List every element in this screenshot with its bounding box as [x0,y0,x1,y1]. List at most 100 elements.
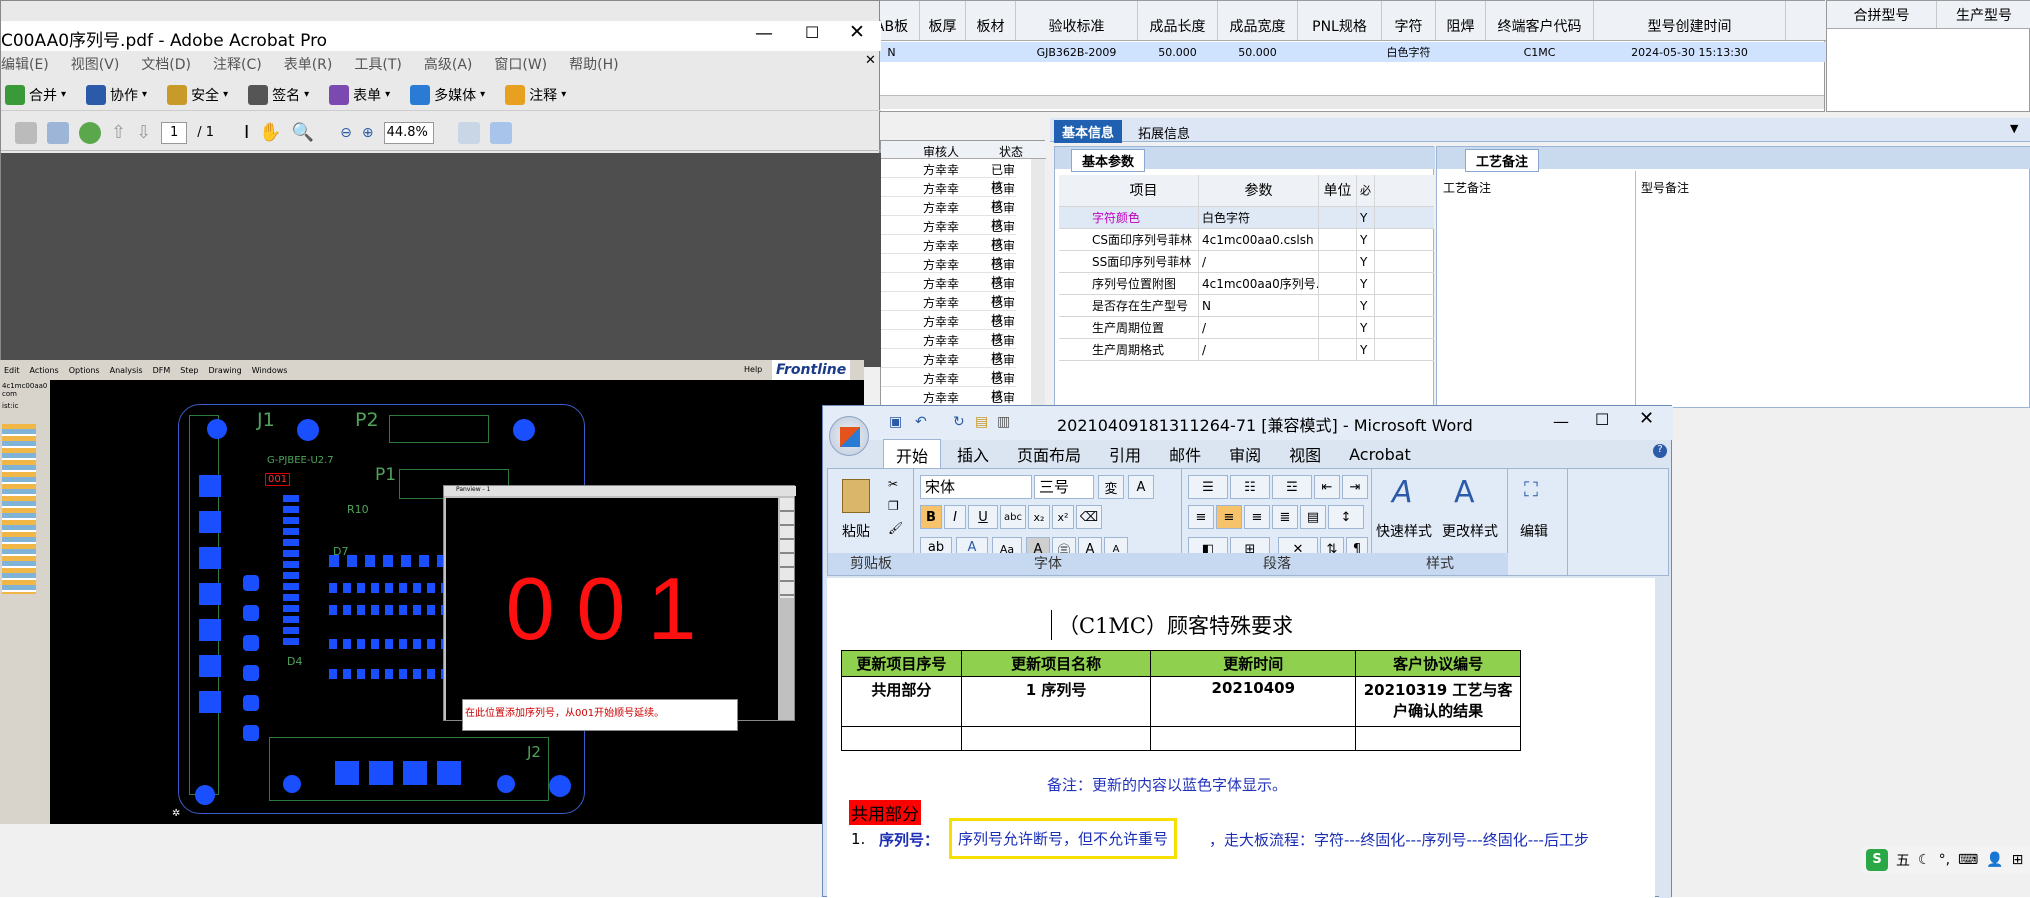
ribbon-tab[interactable]: 引用 [1097,439,1153,469]
acrobat-tool-button[interactable]: 多媒体 ▾ [410,84,485,105]
align-left-icon[interactable]: ≡ [1188,505,1214,529]
review-row[interactable]: 方幸幸已审核 [881,235,1016,270]
multilevel-icon[interactable]: ☲ [1272,475,1312,499]
param-row[interactable]: CS面印序列号菲林 4c1mc00aa0.cslsh Y [1059,229,1434,251]
next-page-icon[interactable]: ⇩ [136,122,151,143]
review-row[interactable]: 方幸幸已审核 [881,273,1016,308]
justify-icon[interactable]: ≣ [1272,505,1298,529]
erp-col-header[interactable]: 验收标准 [1016,1,1138,40]
doc-close-icon[interactable]: ✕ [865,53,876,68]
bold-button[interactable]: B [920,505,942,529]
keyboard-icon[interactable]: ⌨ [1958,852,1978,868]
user-icon[interactable]: 👤 [1986,852,2003,868]
tab-ext-info[interactable]: 拓展信息 [1130,121,1198,144]
ribbon-tab[interactable]: 视图 [1277,439,1333,469]
acrobat-menu-item[interactable]: 视图(V) [71,54,120,74]
layer-list[interactable] [2,424,36,594]
acrobat-menu-item[interactable]: 文档(D) [141,54,191,74]
globe-icon[interactable] [79,121,101,144]
increase-indent-icon[interactable]: ⇥ [1342,475,1368,499]
line-spacing-icon[interactable]: ↕ [1328,505,1364,529]
align-right-icon[interactable]: ≡ [1244,505,1270,529]
acrobat-menu-item[interactable]: 帮助(H) [569,54,618,74]
param-row[interactable]: 序列号位置附图 4c1mc00aa0序列号... Y [1059,273,1434,295]
decrease-indent-icon[interactable]: ⇤ [1314,475,1340,499]
undo-icon[interactable]: ↶ [915,414,927,430]
select-tool-icon[interactable]: Ⅰ [244,122,249,143]
review-row[interactable]: 方幸幸已审核 [881,254,1016,289]
acrobat-menu-item[interactable]: 窗口(W) [494,54,547,74]
serial-tag[interactable]: 001 [265,473,291,486]
close-icon[interactable]: ✕ [1639,408,1654,429]
param-row[interactable]: 生产周期格式 / Y [1059,339,1434,361]
erp-col-header[interactable]: 成品长度 [1138,1,1218,40]
ribbon-tab[interactable]: 插入 [945,439,1001,469]
distribute-icon[interactable]: ▤ [1300,505,1326,529]
ribbon-tab[interactable]: 审阅 [1217,439,1273,469]
char-border-icon[interactable]: A [1128,475,1154,499]
prev-page-icon[interactable]: ⇧ [111,122,126,143]
save-icon[interactable]: ▣ [889,414,902,430]
erp-col-header[interactable]: PNL规格 [1298,1,1382,40]
acrobat-menu-item[interactable]: 表单(R) [284,54,333,74]
superscript-button[interactable]: x² [1052,505,1074,529]
frontline-menu-item[interactable]: Windows [252,366,288,375]
erp-col-header[interactable]: 阻焊 [1436,1,1486,40]
subtab-basic-params[interactable]: 基本参数 [1071,149,1146,172]
fit-page-icon[interactable] [457,121,480,144]
erp-col-header[interactable]: 型号创建时间 [1594,1,1786,40]
hand-tool-icon[interactable]: ✋ [259,122,281,143]
review-row[interactable]: 方幸幸已审核 [881,197,1016,232]
review-row[interactable]: 方幸幸已审核 [881,330,1016,365]
font-size-select[interactable]: 三号 [1034,475,1094,499]
punctuation-icon[interactable]: °, [1939,852,1950,868]
zoom-tool-icon[interactable]: 🔍 [292,122,314,143]
minimize-icon[interactable]: — [1553,412,1569,431]
maximize-icon[interactable]: ☐ [805,23,819,42]
acrobat-menu-item[interactable]: 高级(A) [424,54,473,74]
numbering-icon[interactable]: ☷ [1230,475,1270,499]
ribbon-tab[interactable]: 页面布局 [1005,439,1093,469]
office-button[interactable] [829,416,869,456]
ime-mode[interactable]: 五 [1896,850,1910,870]
ribbon-tab[interactable]: 开始 [883,438,942,470]
align-center-icon[interactable]: ≡ [1216,505,1242,529]
tab-basic-info[interactable]: 基本信息 [1054,120,1123,143]
email-icon[interactable] [47,121,69,144]
quick-styles-icon[interactable]: A [1392,475,1413,510]
acrobat-tool-button[interactable]: 安全 ▾ [167,84,228,105]
open-icon[interactable]: ▤ [975,414,988,430]
subtab-craft[interactable]: 工艺备注 [1465,149,1540,172]
zoom-in-icon[interactable]: ⊕ [362,125,374,141]
underline-button[interactable]: U [968,505,998,529]
review-row[interactable]: 方幸幸已审核 [881,311,1016,346]
change-styles-icon[interactable]: A [1454,475,1475,510]
review-row[interactable]: 方幸幸已审核 [881,292,1016,327]
redo-icon[interactable]: ↻ [953,414,965,430]
clear-format-icon[interactable]: ⌫ [1076,505,1102,529]
maximize-icon[interactable]: ☐ [1595,410,1609,429]
bullets-icon[interactable]: ☰ [1188,475,1228,499]
settings-icon[interactable]: ✲ [172,808,180,819]
font-name-select[interactable]: 宋体 [920,475,1032,499]
review-vscroll[interactable] [1031,159,1045,407]
frontline-menu-item[interactable]: Drawing [208,366,241,375]
italic-button[interactable]: I [944,505,966,529]
frontline-menu-item[interactable]: Analysis [110,366,143,375]
fullscreen-icon[interactable] [489,121,512,144]
word-vscroll[interactable] [1659,578,1671,898]
change-styles-button[interactable]: 更改样式 [1442,521,1498,541]
param-row[interactable]: SS面印序列号菲林 / Y [1059,251,1434,273]
acrobat-menu-item[interactable]: 编辑(E) [1,54,49,74]
popup-toolbar[interactable] [780,498,794,598]
acrobat-tool-button[interactable]: 注释 ▾ [505,84,566,105]
acrobat-tool-button[interactable]: 协作 ▾ [86,84,147,105]
print-icon[interactable] [15,121,37,144]
param-row[interactable]: 是否存在生产型号 N Y [1059,295,1434,317]
page-number-input[interactable]: 1 [161,121,188,144]
acrobat-menu-item[interactable]: 注释(C) [213,54,262,74]
frontline-help[interactable]: Help [744,365,762,374]
ribbon-tab[interactable]: Acrobat [1337,442,1423,467]
review-row[interactable]: 方幸幸已审核 [881,159,1016,194]
cut-icon[interactable]: ✂ [888,477,898,491]
